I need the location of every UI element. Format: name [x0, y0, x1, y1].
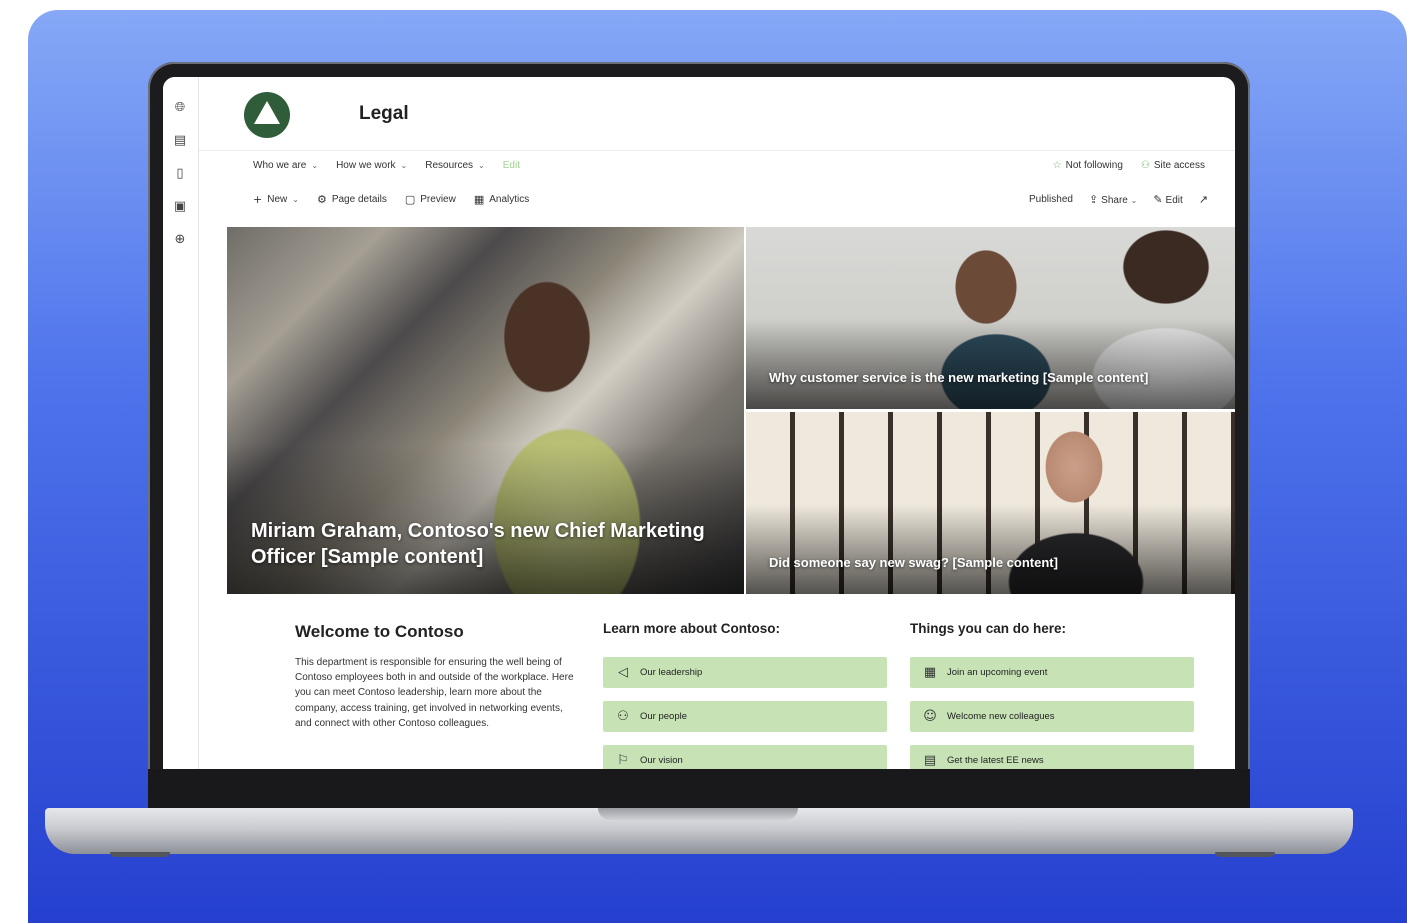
new-button[interactable]: + New ⌄ — [253, 193, 299, 206]
quick-link-label: Join an upcoming event — [947, 667, 1048, 678]
news-icon: ▤ — [923, 753, 937, 768]
page-details-label: Page details — [331, 194, 387, 205]
analytics-button[interactable]: ▦ Analytics — [474, 193, 529, 206]
welcome-body: This department is responsible for ensur… — [295, 657, 574, 729]
page-details-button[interactable]: ⚙ Page details — [317, 193, 387, 206]
nav-item-how-we-work[interactable]: How we work ⌄ — [336, 160, 407, 171]
add-icon[interactable]: ⊕ — [173, 233, 187, 247]
preview-label: Preview — [420, 194, 456, 205]
database-icon[interactable]: ▣ — [173, 200, 187, 214]
site-access-button[interactable]: ⚇ Site access — [1141, 160, 1205, 171]
quick-link-label: Our people — [640, 711, 688, 722]
people-icon: ⚇ — [1140, 160, 1150, 171]
news-icon[interactable]: ▤ — [173, 134, 187, 148]
laptop-notch — [598, 808, 798, 820]
people-icon: ⚇ — [617, 709, 629, 724]
sharepoint-site-screen: 🌐︎ ▤ ▯ ▣ ⊕ Legal Who we are ⌄ How we wor… — [163, 77, 1235, 769]
quick-link-label: Welcome new colleagues — [947, 711, 1055, 722]
edit-label: Edit — [1165, 195, 1183, 206]
laptop-foot — [1215, 852, 1275, 857]
app-rail: 🌐︎ ▤ ▯ ▣ ⊕ — [163, 77, 199, 769]
flag-icon: ⚐ — [617, 753, 629, 768]
things-to-do-links: ▦ Join an upcoming event ☺ Welcome new c… — [910, 657, 1194, 769]
site-access-label: Site access — [1153, 160, 1205, 171]
header-divider — [199, 150, 1235, 151]
megaphone-icon: ◁ — [618, 665, 628, 680]
star-icon: ☆ — [1052, 160, 1062, 171]
chevron-down-icon: ⌄ — [292, 195, 299, 204]
hero-main-caption: Miriam Graham, Contoso's new Chief Marke… — [251, 520, 705, 568]
nav-item-label: Who we are — [253, 160, 307, 171]
follow-button[interactable]: ☆ Not following — [1053, 160, 1123, 171]
site-logo[interactable] — [243, 91, 291, 139]
plus-icon: + — [253, 193, 263, 206]
header-actions: ☆ Not following ⚇ Site access — [1053, 160, 1205, 171]
nav-item-who-we-are[interactable]: Who we are ⌄ — [253, 160, 318, 171]
quick-link-latest-news[interactable]: ▤ Get the latest EE news — [910, 745, 1194, 769]
learn-more-title: Learn more about Contoso: — [603, 621, 781, 636]
laptop-bezel — [148, 769, 1250, 812]
things-to-do-title: Things you can do here: — [910, 621, 1067, 636]
smile-icon: ☺ — [923, 709, 937, 724]
share-label: Share — [1101, 195, 1128, 206]
calendar-icon: ▦ — [923, 665, 937, 680]
chevron-down-icon: ⌄ — [311, 161, 319, 170]
site-title[interactable]: Legal — [359, 103, 409, 125]
command-bar: + New ⌄ ⚙ Page details ▢ Preview ▦ Analy… — [253, 193, 529, 206]
chevron-down-icon: ⌄ — [400, 161, 408, 170]
share-button[interactable]: ⇪ Share ⌄ — [1089, 193, 1137, 206]
quick-link-our-leadership[interactable]: ◁ Our leadership — [603, 657, 887, 688]
welcome-title: Welcome to Contoso — [295, 622, 464, 641]
share-icon: ⇪ — [1088, 193, 1099, 206]
hero-tile-caption: Did someone say new swag? [Sample conten… — [769, 555, 1058, 570]
quick-link-our-people[interactable]: ⚇ Our people — [603, 701, 887, 732]
follow-label: Not following — [1065, 160, 1123, 171]
new-label: New — [267, 194, 288, 205]
globe-icon[interactable]: 🌐︎ — [173, 101, 187, 115]
hero-tile-swag[interactable]: Did someone say new swag? [Sample conten… — [746, 412, 1235, 594]
analytics-label: Analytics — [489, 194, 530, 205]
nav-item-label: Resources — [425, 160, 474, 171]
hero-tile-caption: Why customer service is the new marketin… — [769, 370, 1149, 385]
quick-link-our-vision[interactable]: ⚐ Our vision — [603, 745, 887, 769]
analytics-icon: ▦ — [473, 193, 485, 206]
expand-icon[interactable]: ↗ — [1199, 193, 1208, 206]
edit-button[interactable]: ✎ Edit — [1153, 193, 1182, 206]
preview-icon: ▢ — [404, 193, 416, 206]
chevron-down-icon: ⌄ — [1130, 196, 1138, 205]
quick-link-label: Our vision — [640, 755, 683, 766]
hero-tile-customer-service[interactable]: Why customer service is the new marketin… — [746, 227, 1235, 409]
nav-edit-link[interactable]: Edit — [503, 160, 520, 171]
quick-link-welcome-colleagues[interactable]: ☺ Welcome new colleagues — [910, 701, 1194, 732]
gear-icon: ⚙ — [316, 193, 327, 206]
hero-main-tile[interactable]: Miriam Graham, Contoso's new Chief Marke… — [227, 227, 744, 594]
nav-item-label: How we work — [336, 160, 396, 171]
published-status: Published — [1029, 194, 1073, 205]
pencil-icon: ✎ — [1153, 193, 1163, 206]
preview-button[interactable]: ▢ Preview — [405, 193, 456, 206]
site-navigation: Who we are ⌄ How we work ⌄ Resources ⌄ E… — [253, 160, 520, 171]
quick-link-join-event[interactable]: ▦ Join an upcoming event — [910, 657, 1194, 688]
quick-link-label: Get the latest EE news — [947, 755, 1044, 766]
command-bar-right: Published ⇪ Share ⌄ ✎ Edit ↗ — [1029, 193, 1211, 206]
file-icon[interactable]: ▯ — [173, 167, 187, 181]
laptop-foot — [110, 852, 170, 857]
chevron-down-icon: ⌄ — [478, 161, 485, 170]
nav-item-resources[interactable]: Resources ⌄ — [425, 160, 485, 171]
learn-more-links: ◁ Our leadership ⚇ Our people ⚐ Our visi… — [603, 657, 887, 769]
quick-link-label: Our leadership — [640, 667, 703, 678]
